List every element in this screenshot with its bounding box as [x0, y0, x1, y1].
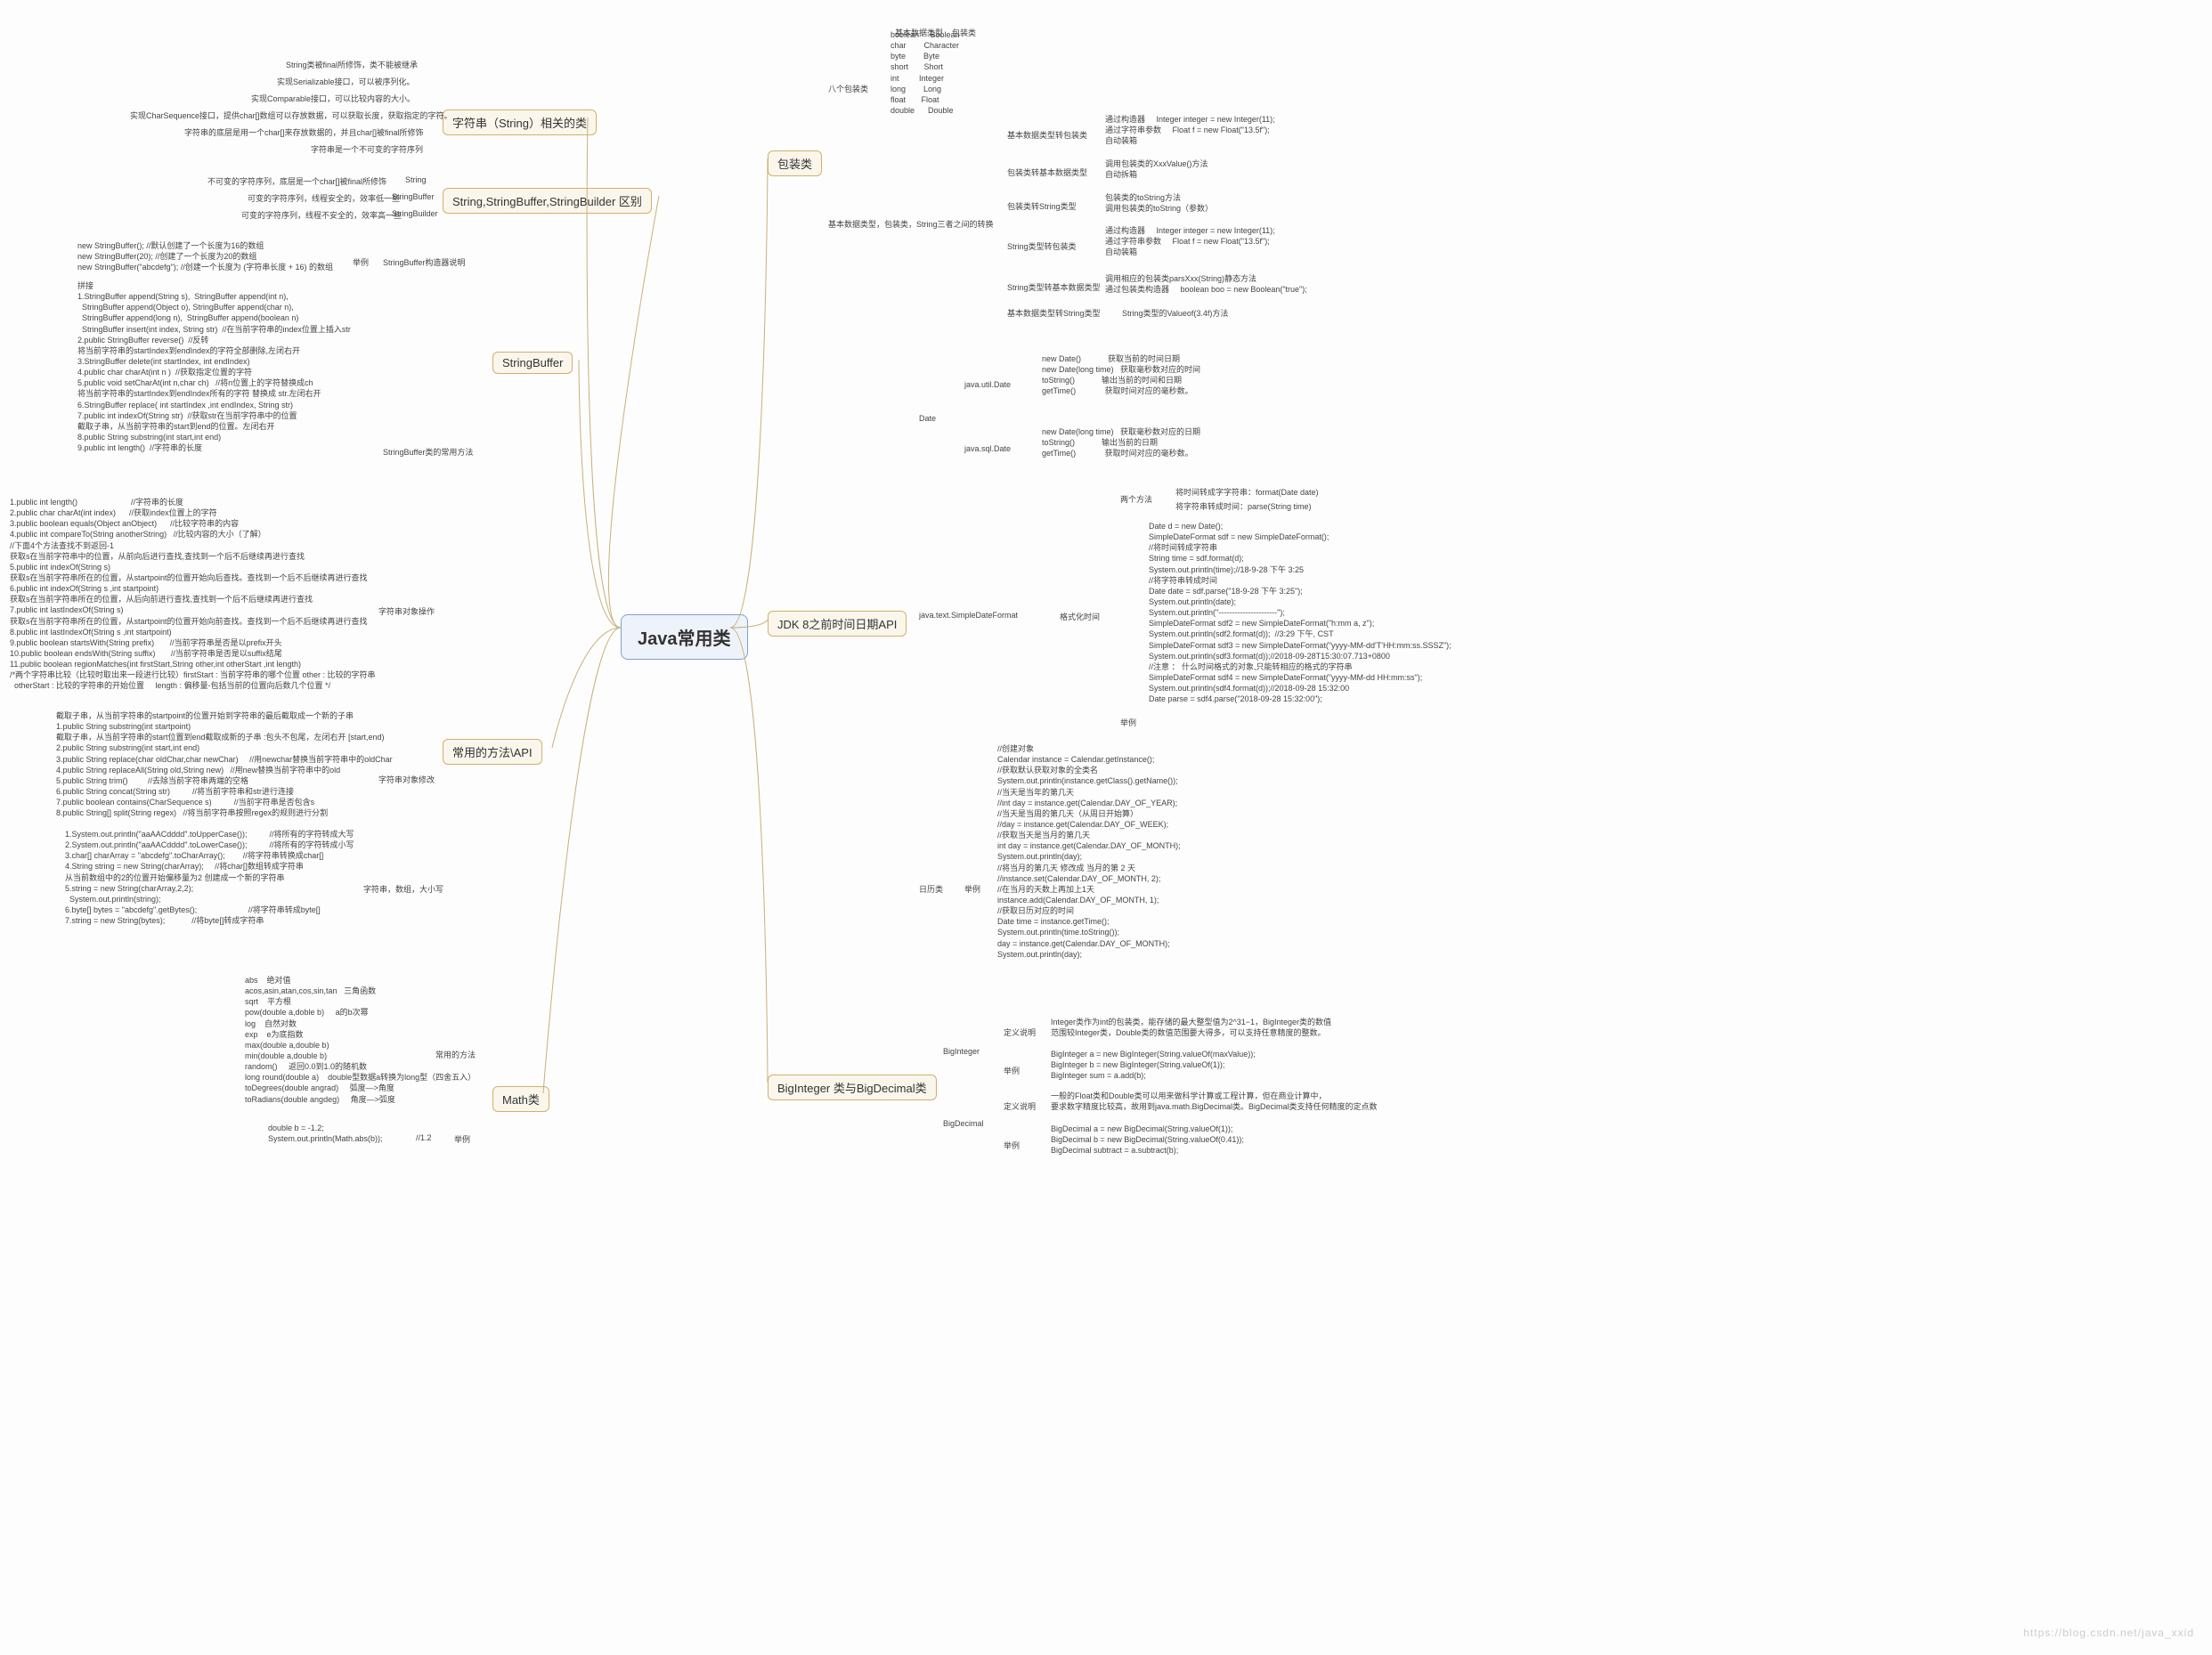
string-note-4: 字符串的底层是用一个char[]来存放数据的，并且char[]被final所修饰 — [184, 126, 424, 138]
sb-ctor-block: new StringBuffer(); //默认创建了一个长度为16的数组 ne… — [77, 240, 333, 272]
w2p-items: 调用包装类的XxxValue()方法 自动拆箱 — [1105, 158, 1208, 180]
node-math[interactable]: Math类 — [492, 1086, 549, 1112]
bi-label: BigInteger — [943, 1047, 980, 1056]
sql-rows: new Date(long time) 获取毫秒数对应的日期 toString(… — [1042, 426, 1200, 458]
sql-label: java.sql.Date — [964, 444, 1011, 453]
math-ex-label: 举例 — [454, 1133, 470, 1145]
sb-ctor-label: StringBuffer构造器说明 — [383, 256, 465, 268]
string-class-label: 字符串（String）相关的类 — [452, 117, 587, 130]
bi-ex-label: 举例 — [1004, 1065, 1020, 1076]
api-case-label: 字符串，数组，大小写 — [363, 883, 443, 895]
sb-methods-block: 拼接 1.StringBuffer append(String s), Stri… — [77, 280, 351, 453]
cal-ex-label: 举例 — [964, 883, 980, 895]
node-api[interactable]: 常用的方法\API — [443, 739, 542, 765]
w2s-label: 包装类转String类型 — [1007, 200, 1077, 212]
date-label: Date — [919, 414, 936, 423]
node-stringbuffer[interactable]: StringBuffer — [492, 352, 573, 374]
sdf-two-label: 两个方法 — [1120, 493, 1152, 505]
ssb-r1-l: 可变的字符序列，线程安全的，效率低一些 — [248, 192, 400, 204]
conv-label: 基本数据类型，包装类，String三者之间的转换 — [828, 218, 994, 230]
p2w-label: 基本数据类型转包装类 — [1007, 129, 1087, 141]
node-jdk8[interactable]: JDK 8之前时间日期API — [768, 611, 907, 637]
s2w-items: 通过构造器 Integer integer = new Integer(11);… — [1105, 225, 1275, 257]
ssb-r0-l: 不可变的字符序列，底层是一个char[]被final所修饰 — [207, 175, 386, 187]
sdf-fmt-label: 格式化时间 — [1060, 611, 1100, 622]
string-note-2: 实现Comparable接口，可以比较内容的大小。 — [251, 93, 415, 104]
bd-def: 一般的Float类和Double类可以用来做科学计算或工程计算，但在商业计算中，… — [1051, 1091, 1378, 1112]
s2p-items: 调用相应的包装类parsXxx(String)静态方法 通过包装类构造器 boo… — [1105, 273, 1307, 295]
util-rows: new Date() 获取当前的时间日期 new Date(long time)… — [1042, 353, 1200, 397]
ssb-r2-l: 可变的字符序列，线程不安全的，效率高一些 — [241, 209, 402, 221]
sdf-label: java.text.SimpleDateFormat — [919, 611, 1018, 620]
s2p-label: String类型转基本数据类型 — [1007, 281, 1101, 293]
math-methods-block: abs 绝对值 acos,asin,atan,cos,sin,tan 三角函数 … — [245, 975, 476, 1105]
node-ssb[interactable]: String,StringBuffer,StringBuilder 区别 — [443, 188, 652, 214]
ssb-label: String,StringBuffer,StringBuilder 区别 — [452, 195, 642, 208]
node-big[interactable]: BigInteger 类与BigDecimal类 — [768, 1075, 937, 1100]
root-node[interactable]: Java常用类 — [621, 614, 748, 660]
sdf-ex-label: 举例 — [1120, 717, 1136, 728]
math-label: Math类 — [502, 1093, 540, 1107]
jdk8-label: JDK 8之前时间日期API — [777, 618, 897, 631]
wrapper-label: 包装类 — [777, 158, 812, 171]
sb-methods-label: StringBuffer类的常用方法 — [383, 446, 473, 458]
bd-ex-label: 举例 — [1004, 1140, 1020, 1151]
sb-ctor-ex: 举例 — [353, 256, 369, 268]
sdf-two-1: 将字符串转成时间：parse(String time) — [1175, 500, 1312, 512]
p2s-label: 基本数据类型转String类型 — [1007, 307, 1101, 319]
ssb-r2-r: StringBuilder — [392, 209, 438, 218]
mindmap-canvas: { "root": "Java常用类", "watermark": "https… — [0, 0, 2212, 1655]
bi-def: Integer类作为int的包装类，能存储的最大整型值为2^31−1，BigIn… — [1051, 1017, 1331, 1038]
s2w-label: String类型转包装类 — [1007, 240, 1077, 252]
math-ex-block: double b = -1.2; System.out.println(Math… — [268, 1123, 383, 1144]
eight-label: 八个包装类 — [828, 83, 868, 94]
util-label: java.util.Date — [964, 380, 1011, 389]
bi-def-label: 定义说明 — [1004, 1026, 1036, 1038]
w2s-items: 包装类的toString方法 调用包装类的toString（参数） — [1105, 192, 1213, 214]
api-ops-label: 字符串对象操作 — [378, 605, 435, 617]
cal-ex-block: //创建对象 Calendar instance = Calendar.getI… — [997, 743, 1181, 960]
bd-label: BigDecimal — [943, 1119, 984, 1128]
cal-label: 日历类 — [919, 883, 943, 895]
api-label: 常用的方法\API — [452, 746, 533, 759]
api-mod-block: 截取子串，从当前字符串的startpoint的位置开始到字符串的最后截取成一个新… — [56, 710, 393, 818]
bi-ex: BigInteger a = new BigInteger(String.val… — [1051, 1049, 1256, 1081]
string-note-5: 字符串是一个不可变的字符序列 — [311, 143, 423, 155]
math-ex-val: //1.2 — [416, 1133, 432, 1142]
p2w-items: 通过构造器 Integer integer = new Integer(11);… — [1105, 114, 1275, 146]
sbuffer-label: StringBuffer — [502, 356, 563, 369]
api-case-block: 1.System.out.println("aaAACdddd".toUpper… — [65, 829, 354, 926]
root-label: Java常用类 — [638, 629, 731, 649]
p2s-item: String类型的Valueof(3.4f)方法 — [1122, 307, 1228, 319]
bd-def-label: 定义说明 — [1004, 1100, 1036, 1112]
w2p-label: 包装类转基本数据类型 — [1007, 166, 1087, 178]
bd-ex: BigDecimal a = new BigDecimal(String.val… — [1051, 1124, 1244, 1156]
string-note-3: 实现CharSequence接口，提供char[]数组可以存放数据，可以获取长度… — [130, 110, 452, 121]
wrap-table: boolean Boolean char Character byte Byte… — [890, 29, 960, 116]
sdf-ex-block: Date d = new Date(); SimpleDateFormat sd… — [1149, 521, 1452, 704]
watermark: https://blog.csdn.net/java_xxid — [2023, 1627, 2194, 1639]
string-note-1: 实现Serializable接口，可以被序列化。 — [277, 76, 415, 87]
node-wrapper[interactable]: 包装类 — [768, 150, 822, 176]
string-note-0: String类被final所修饰，类不能被继承 — [286, 59, 418, 70]
sdf-two-0: 将时间转成字字符串：format(Date date) — [1175, 486, 1319, 498]
big-label: BigInteger 类与BigDecimal类 — [777, 1082, 927, 1095]
ssb-r0-r: String — [405, 175, 427, 184]
node-string-class[interactable]: 字符串（String）相关的类 — [443, 110, 597, 135]
ssb-r1-r: StringBuffer — [392, 192, 434, 201]
api-ops-block: 1.public int length() //字符串的长度 2.public … — [10, 497, 376, 692]
